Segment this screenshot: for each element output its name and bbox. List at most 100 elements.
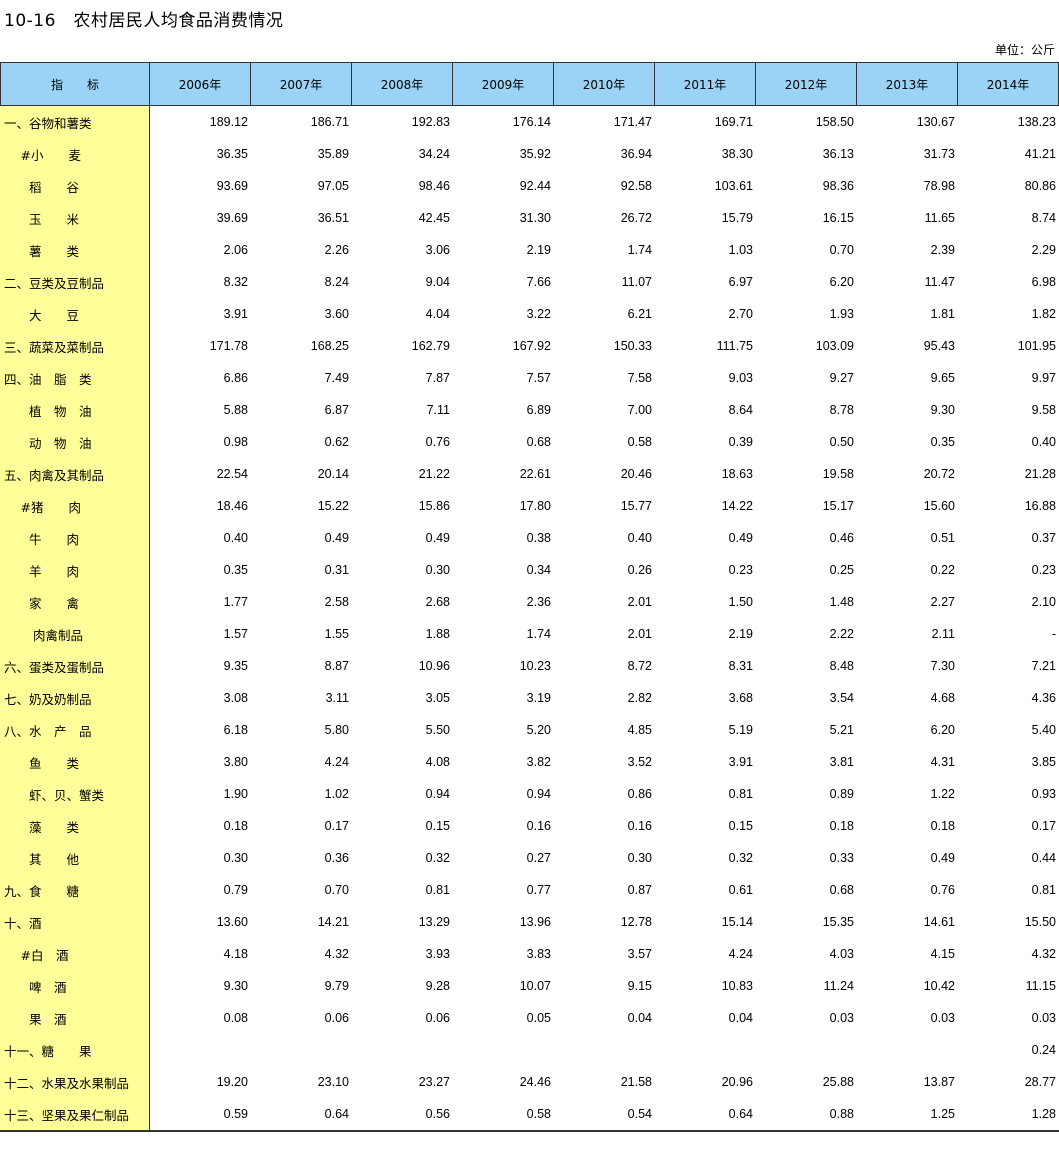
table-cell: 23.27: [418, 1075, 450, 1089]
table-cell: 3.81: [829, 755, 854, 769]
row-label: 十三、坚果及果仁制品: [4, 1107, 130, 1123]
row-label: 八、水 产 品: [4, 723, 92, 739]
table-cell: 0.58: [526, 1107, 551, 1121]
table-cell: 14.21: [317, 915, 349, 929]
table-cell: 0.31: [324, 563, 349, 577]
table-cell: 35.92: [519, 147, 551, 161]
table-cell: 0.46: [829, 531, 854, 545]
table-cell: 0.30: [223, 851, 248, 865]
table-cell: 5.19: [728, 723, 753, 737]
table-cell: 3.54: [829, 691, 854, 705]
row-label: 五、肉禽及其制品: [4, 467, 105, 483]
table-cell: 0.68: [829, 883, 854, 897]
table-cell: 8.78: [829, 403, 854, 417]
table-cell: 1.55: [324, 627, 349, 641]
table-cell: 0.39: [728, 435, 753, 449]
table-cell: 15.22: [317, 499, 349, 513]
column-header-year: 2007年: [251, 63, 352, 105]
row-label: 四、油 脂 类: [4, 371, 92, 387]
table-cell: 24.46: [519, 1075, 551, 1089]
table-cell: 6.89: [526, 403, 551, 417]
table-cell: 0.61: [728, 883, 753, 897]
column-header-indicator: 指 标: [0, 63, 150, 105]
table-cell: 16.15: [822, 211, 854, 225]
table-cell: 7.57: [526, 371, 551, 385]
table-cell: 6.97: [728, 275, 753, 289]
table-cell: 15.79: [721, 211, 753, 225]
table-cell: 3.11: [325, 691, 349, 705]
table-cell: 4.18: [223, 947, 248, 961]
table-cell: 21.28: [1024, 467, 1056, 481]
table-cell: 7.58: [627, 371, 652, 385]
table-cell: 0.35: [223, 563, 248, 577]
table-cell: 80.86: [1024, 179, 1056, 193]
table-row: 家 禽 1.77 2.58 2.68 2.36 2.01 1.50 1.48 2.27 2.10: [0, 586, 1059, 618]
table-cell: 1.22: [930, 787, 955, 801]
table-row: 七、奶及奶制品 3.08 3.11 3.05 3.19 2.82 3.68 3.54 4.68 4…: [0, 682, 1059, 714]
table-cell: 1.93: [829, 307, 854, 321]
table-cell: 3.22: [526, 307, 551, 321]
table-row: 果 酒 0.08 0.06 0.06 0.05 0.04 0.04 0.03 0.03 0.03: [0, 1002, 1059, 1034]
table-cell: 11.07: [621, 275, 652, 289]
unit-label: 单位：公斤: [994, 43, 1055, 57]
table-cell: 9.97: [1031, 371, 1056, 385]
table-cell: 0.30: [425, 563, 450, 577]
row-label: 牛 肉: [4, 531, 80, 547]
table-cell: 0.79: [223, 883, 248, 897]
table-cell: 111.75: [716, 339, 753, 353]
table-cell: 0.04: [728, 1011, 753, 1025]
table-cell: 0.03: [930, 1011, 955, 1025]
row-label: 一、谷物和薯类: [4, 115, 92, 131]
table-cell: 0.18: [223, 819, 248, 833]
table-cell: 176.14: [512, 115, 551, 129]
table-row: 啤 酒 9.30 9.79 9.28 10.07 9.15 10.83 11.24 10.42 1…: [0, 970, 1059, 1002]
table-cell: 0.68: [526, 435, 551, 449]
table-cell: 1.57: [223, 627, 248, 641]
table-cell: 192.83: [411, 115, 450, 129]
table-cell: 1.90: [223, 787, 248, 801]
table-cell: 1.81: [930, 307, 955, 321]
table-cell: 15.14: [721, 915, 753, 929]
table-cell: 10.42: [923, 979, 955, 993]
table-cell: 17.80: [519, 499, 551, 513]
table-cell: 9.03: [728, 371, 753, 385]
table-cell: 2.29: [1031, 243, 1056, 257]
table-row: 植 物 油 5.88 6.87 7.11 6.89 7.00 8.64 8.78 9.30 9.5…: [0, 394, 1059, 426]
table-cell: 0.23: [728, 563, 753, 577]
table-cell: 150.33: [613, 339, 652, 353]
table-cell: 0.33: [829, 851, 854, 865]
table-cell: 4.31: [930, 755, 955, 769]
table-cell: 5.80: [324, 723, 349, 737]
table-cell: 23.10: [317, 1075, 349, 1089]
table-cell: 162.79: [411, 339, 450, 353]
table-cell: 8.31: [728, 659, 753, 673]
table-cell: 0.44: [1031, 851, 1056, 865]
table-cell: 2.36: [526, 595, 551, 609]
table-cell: 0.16: [627, 819, 652, 833]
table-cell: 34.24: [418, 147, 450, 161]
table-cell: 0.24: [1031, 1043, 1056, 1057]
table-cell: 16.88: [1024, 499, 1056, 513]
table-cell: 20.46: [620, 467, 652, 481]
table-cell: 2.70: [728, 307, 753, 321]
table-cell: 5.50: [425, 723, 450, 737]
table-row: 八、水 产 品 6.18 5.80 5.50 5.20 4.85 5.19 5.21 6.20 5…: [0, 714, 1059, 746]
table-cell: 1.88: [425, 627, 450, 641]
table-header-row: 指 标 2006年 2007年 2008年 2009年 2010年 2011年 2012年 20…: [0, 62, 1059, 106]
table-cell: 98.46: [418, 179, 450, 193]
table-cell: 3.85: [1031, 755, 1056, 769]
table-cell: 6.21: [627, 307, 652, 321]
table-cell: 0.27: [526, 851, 551, 865]
row-label: 二、豆类及豆制品: [4, 275, 105, 291]
page-title: 10-16 农村居民人均食品消费情况: [4, 11, 284, 31]
table-cell: 15.86: [418, 499, 450, 513]
table-cell: 0.70: [324, 883, 349, 897]
table-row: 稻 谷 93.69 97.05 98.46 92.44 92.58 103.61 98.36 7…: [0, 170, 1059, 202]
row-label: 十二、水果及水果制品: [4, 1075, 130, 1091]
table-cell: 4.15: [930, 947, 955, 961]
table-cell: 2.06: [223, 243, 248, 257]
table-cell: 4.08: [425, 755, 450, 769]
table-cell: 2.19: [526, 243, 551, 257]
table-cell: 0.64: [728, 1107, 753, 1121]
table-cell: 22.54: [216, 467, 248, 481]
